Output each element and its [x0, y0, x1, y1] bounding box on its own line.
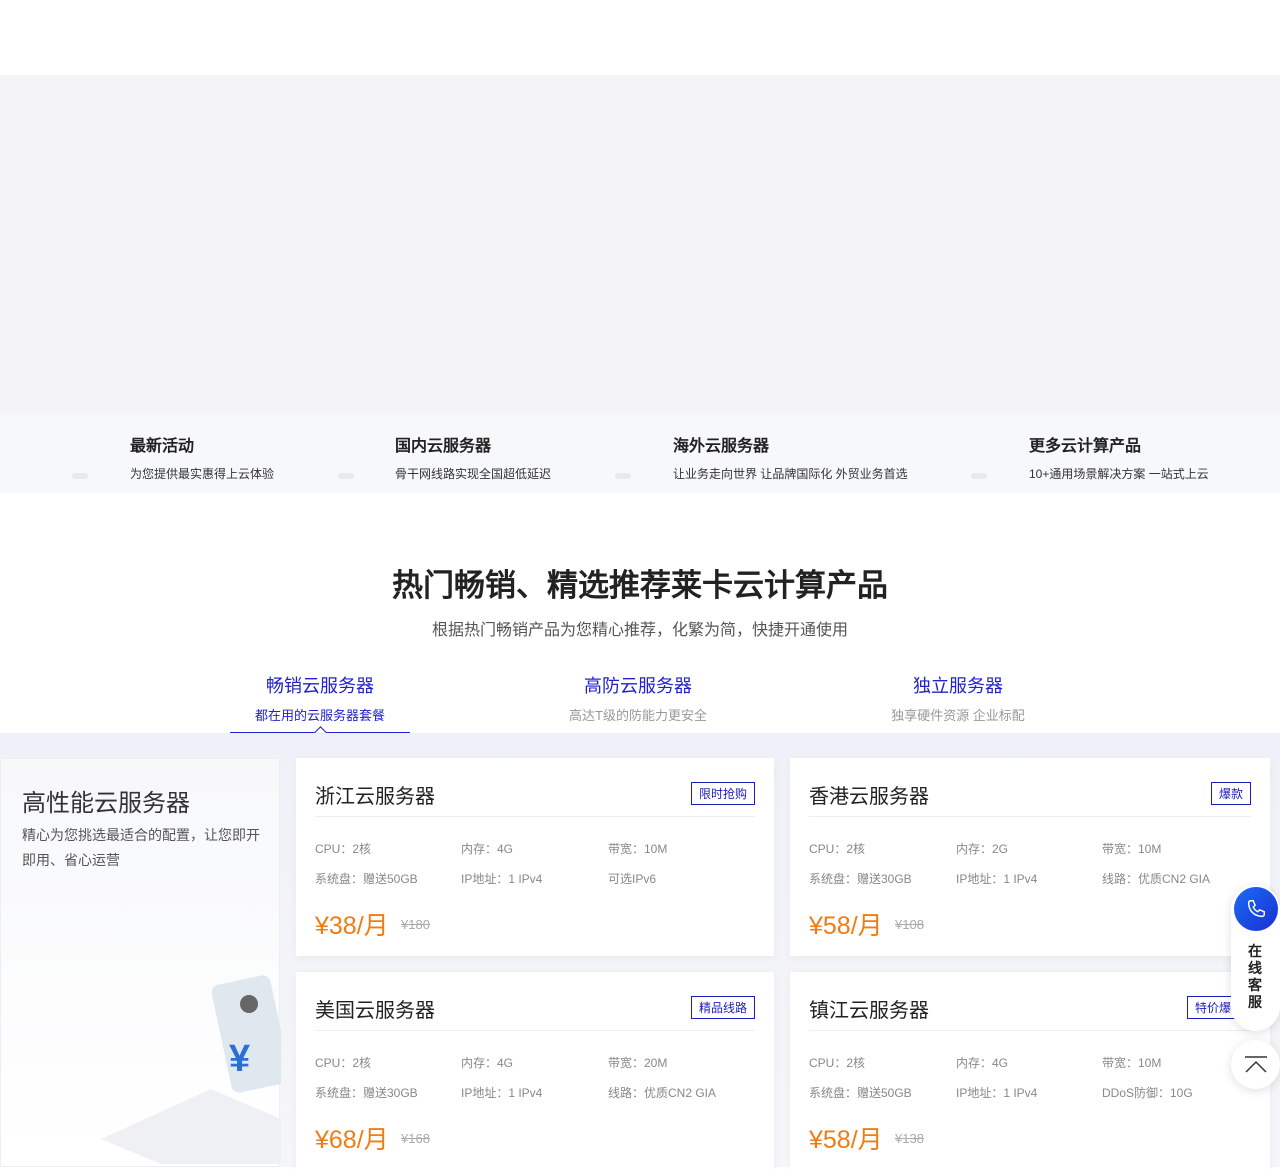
spec: 带宽：10M	[1102, 842, 1162, 856]
quick-link-desc: 让业务走向世界 让品牌国际化 外贸业务首选	[673, 467, 908, 481]
quick-links-bar: 最新活动为您提供最实惠得上云体验 国内云服务器骨干网线路实现全国超低延迟 海外云…	[0, 415, 1280, 493]
section-subtitle: 根据热门畅销产品为您精心推荐，化繁为简，快捷开通使用	[431, 622, 848, 639]
server-illustration-icon: ¥	[101, 975, 281, 1164]
tab-hot-cloud[interactable]: 畅销云服务器都在用的云服务器套餐	[230, 672, 410, 733]
divider	[809, 1030, 1251, 1031]
tab-dedicated[interactable]: 独立服务器独享硬件资源 企业标配	[868, 672, 1048, 724]
spec: DDoS防御：10G	[1102, 1086, 1193, 1100]
card-title: 美国云服务器	[315, 1000, 435, 1022]
spec: 系统盘：赠送50GB	[809, 1086, 912, 1100]
divider	[809, 816, 1251, 817]
spec: 系统盘：赠送50GB	[315, 872, 418, 886]
section-title: 热门畅销、精选推荐莱卡云计算产品	[392, 568, 888, 603]
back-to-top-button[interactable]	[1231, 1040, 1280, 1089]
spec: 内存：4G	[461, 842, 514, 856]
tab-title: 独立服务器	[913, 676, 1003, 696]
spec: 带宽：10M	[1102, 1056, 1162, 1070]
quick-link-overseas[interactable]: 海外云服务器让业务走向世界 让品牌国际化 外贸业务首选	[673, 432, 908, 482]
tab-desc: 高达T级的防能力更安全	[569, 708, 707, 723]
spec: CPU：2核	[315, 1056, 372, 1070]
card-title: 香港云服务器	[809, 786, 929, 808]
spec: 可选IPv6	[608, 872, 657, 886]
promo-desc: 精心为您挑选最适合的配置，让您即开即用、省心运营	[22, 827, 260, 868]
arrow-up-icon	[1244, 1055, 1267, 1073]
spec: 系统盘：赠送30GB	[809, 872, 912, 886]
tab-title: 畅销云服务器	[266, 676, 374, 696]
price: ¥58/月	[809, 912, 883, 940]
spec: CPU：2核	[315, 842, 372, 856]
promo-title: 高性能云服务器	[22, 790, 190, 817]
tab-ddos-cloud[interactable]: 高防云服务器高达T级的防能力更安全	[548, 672, 728, 724]
spec: 系统盘：赠送30GB	[315, 1086, 418, 1100]
spec: 带宽：20M	[608, 1056, 668, 1070]
card-tag: 爆款	[1210, 782, 1251, 805]
online-service-label: 在线客服	[1248, 943, 1262, 1010]
quick-link-desc: 为您提供最实惠得上云体验	[130, 467, 275, 481]
quick-link-title: 最新活动	[130, 438, 195, 455]
divider	[315, 816, 755, 817]
carousel-dot[interactable]	[72, 473, 88, 479]
product-card[interactable]: 浙江云服务器 限时抢购 CPU：2核 内存：4G 带宽：10M 系统盘：赠送50…	[296, 758, 774, 956]
quick-link-title: 海外云服务器	[673, 438, 770, 455]
old-price: ¥138	[895, 1131, 924, 1146]
spec: IP地址：1 IPv4	[461, 872, 543, 886]
card-title: 镇江云服务器	[809, 1000, 929, 1022]
spec: IP地址：1 IPv4	[956, 1086, 1038, 1100]
spec: 线路：优质CN2 GIA	[608, 1086, 717, 1100]
old-price: ¥180	[401, 917, 430, 932]
product-card[interactable]: 镇江云服务器 特价爆款 CPU：2核 内存：4G 带宽：10M 系统盘：赠送50…	[790, 972, 1270, 1170]
card-tag: 限时抢购	[690, 782, 755, 805]
price: ¥68/月	[315, 1126, 389, 1154]
product-card[interactable]: 香港云服务器 爆款 CPU：2核 内存：2G 带宽：10M 系统盘：赠送30GB…	[790, 758, 1270, 956]
old-price: ¥168	[401, 1131, 430, 1146]
divider	[315, 1030, 755, 1031]
quick-link-title: 国内云服务器	[395, 438, 492, 455]
card-tag: 精品线路	[690, 996, 755, 1019]
carousel-dot[interactable]	[338, 473, 354, 479]
spec: IP地址：1 IPv4	[461, 1086, 543, 1100]
tab-desc: 独享硬件资源 企业标配	[891, 708, 1025, 723]
spec: 内存：4G	[956, 1056, 1009, 1070]
header	[0, 0, 1280, 75]
phone-icon[interactable]	[1234, 887, 1278, 931]
spec: IP地址：1 IPv4	[956, 872, 1038, 886]
carousel-dot[interactable]	[615, 473, 631, 479]
online-service-widget[interactable]: 在线客服	[1231, 885, 1280, 1031]
tab-title: 高防云服务器	[584, 676, 692, 696]
spec: 线路：优质CN2 GIA	[1102, 872, 1211, 886]
price: ¥58/月	[809, 1126, 883, 1154]
card-title: 浙江云服务器	[315, 786, 435, 808]
svg-text:¥: ¥	[229, 1038, 250, 1080]
hero-banner	[0, 75, 1280, 415]
spec: 内存：4G	[461, 1056, 514, 1070]
quick-link-activity[interactable]: 最新活动为您提供最实惠得上云体验	[130, 432, 274, 482]
product-card[interactable]: 美国云服务器 精品线路 CPU：2核 内存：4G 带宽：20M 系统盘：赠送30…	[296, 972, 774, 1170]
carousel-dot[interactable]	[971, 473, 987, 479]
quick-link-domestic[interactable]: 国内云服务器骨干网线路实现全国超低延迟	[395, 432, 551, 482]
spec: CPU：2核	[809, 842, 866, 856]
spec: CPU：2核	[809, 1056, 866, 1070]
quick-link-desc: 骨干网线路实现全国超低延迟	[395, 467, 552, 481]
price: ¥38/月	[315, 912, 389, 940]
quick-link-more[interactable]: 更多云计算产品 10+通用场景解决方案 一站式上云	[1029, 432, 1209, 482]
spec: 内存：2G	[956, 842, 1009, 856]
promo-panel: 高性能云服务器 精心为您挑选最适合的配置，让您即开即用、省心运营 ¥	[0, 758, 281, 1167]
quick-link-title: 更多云计算产品	[1029, 438, 1142, 455]
spec: 带宽：10M	[608, 842, 668, 856]
old-price: ¥108	[895, 917, 924, 932]
quick-link-desc: 10+通用场景解决方案 一站式上云	[1029, 467, 1209, 481]
tab-desc: 都在用的云服务器套餐	[254, 708, 385, 723]
